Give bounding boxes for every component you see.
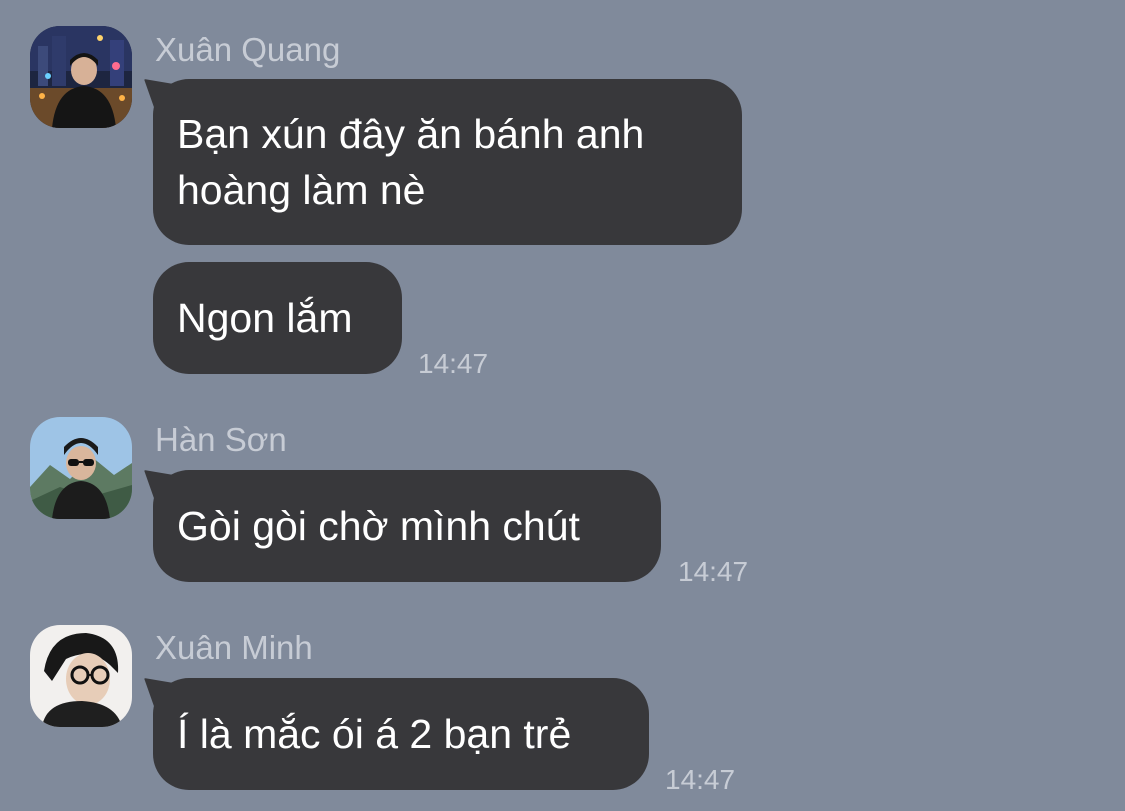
avatar-xuan-quang[interactable] — [30, 26, 132, 128]
avatar-photo-city-night-icon — [30, 26, 132, 128]
message-bubble[interactable]: Í là mắc ói á 2 bạn trẻ — [153, 678, 649, 790]
message-text: hoàng làm nè — [177, 167, 426, 213]
message-timestamp: 14:47 — [678, 556, 749, 587]
sender-name: Xuân Minh — [155, 629, 313, 666]
message-bubble[interactable]: Gòi gòi chờ mình chút — [153, 470, 661, 582]
message-timestamp: 14:47 — [665, 764, 736, 795]
message-text: Bạn xún đây ăn bánh anh — [177, 111, 645, 157]
avatar-xuan-minh[interactable] — [30, 625, 132, 727]
sender-name: Hàn Sơn — [155, 421, 287, 458]
message-text: Í là mắc ói á 2 bạn trẻ — [177, 711, 572, 757]
avatar-photo-mountain-sunglasses-icon — [30, 417, 132, 519]
message-bubble[interactable]: Ngon lắm — [153, 262, 402, 374]
message-bubble[interactable]: Bạn xún đây ăn bánh anh hoàng làm nè — [153, 79, 742, 245]
message-text: Ngon lắm — [177, 295, 353, 341]
message-text: Gòi gòi chờ mình chút — [177, 503, 580, 549]
avatar-photo-glasses-portrait-icon — [30, 625, 132, 727]
avatar-han-son[interactable] — [30, 417, 132, 519]
message-timestamp: 14:47 — [418, 348, 489, 379]
sender-name: Xuân Quang — [155, 31, 341, 68]
